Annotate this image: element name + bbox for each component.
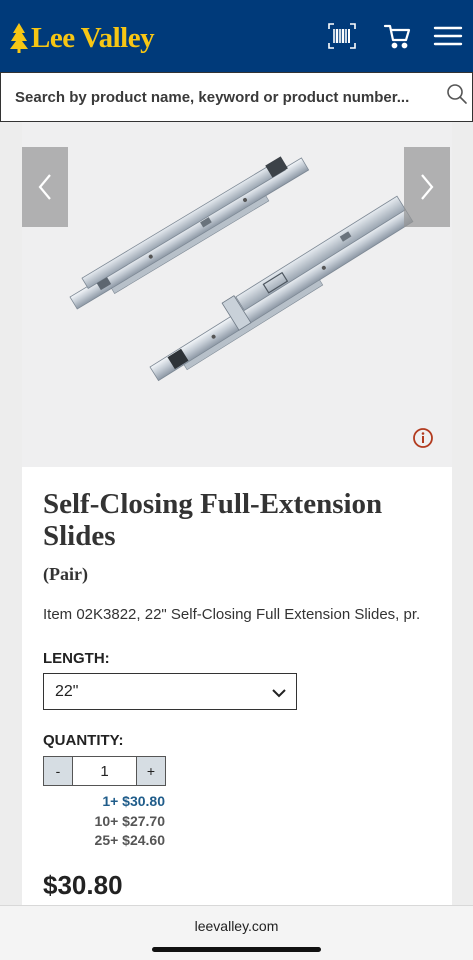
- chevron-down-icon: [272, 689, 286, 698]
- product-image-gallery: [22, 122, 452, 467]
- cart-icon[interactable]: [382, 20, 414, 52]
- quantity-label: QUANTITY:: [43, 732, 124, 749]
- price-tier: 10+ $27.70: [94, 812, 165, 829]
- product-price: $30.80: [43, 870, 123, 900]
- length-selected-value: 22": [55, 683, 79, 700]
- logo-text: Lee Valley: [31, 21, 155, 54]
- price-tiers: 1+ $30.80 10+ $27.70 25+ $24.60: [43, 792, 165, 851]
- lee-valley-logo[interactable]: Lee Valley: [10, 20, 155, 56]
- quantity-input[interactable]: [73, 756, 136, 786]
- barcode-scan-icon[interactable]: [326, 20, 358, 52]
- product-image: [69, 156, 414, 382]
- search-icon[interactable]: [445, 82, 469, 106]
- search-bar: [0, 72, 473, 122]
- product-title: Self-Closing Full-Extension Slides: [43, 488, 383, 552]
- price-tier: 1+ $30.80: [102, 793, 165, 809]
- quantity-decrease-button[interactable]: -: [43, 756, 73, 786]
- info-icon[interactable]: [412, 427, 434, 449]
- product-card: Self-Closing Full-Extension Slides (Pair…: [22, 122, 452, 922]
- length-select[interactable]: 22": [43, 673, 297, 710]
- search-input[interactable]: [15, 83, 435, 111]
- site-header: Lee Valley: [0, 0, 473, 72]
- gallery-next-button[interactable]: [404, 147, 450, 227]
- hamburger-menu-icon[interactable]: [432, 20, 464, 52]
- chevron-left-icon: [38, 174, 51, 200]
- quantity-increase-button[interactable]: +: [136, 756, 166, 786]
- product-subtitle: (Pair): [43, 564, 88, 584]
- home-indicator: [152, 947, 321, 952]
- length-label: LENGTH:: [43, 650, 110, 667]
- price-tier: 25+ $24.60: [94, 832, 165, 848]
- tree-icon: [10, 23, 28, 53]
- item-description: Item 02K3822, 22" Self-Closing Full Exte…: [43, 606, 421, 623]
- chevron-right-icon: [421, 174, 434, 200]
- gallery-prev-button[interactable]: [22, 147, 68, 227]
- browser-address-bar[interactable]: leevalley.com: [0, 905, 473, 960]
- browser-url[interactable]: leevalley.com: [0, 918, 473, 934]
